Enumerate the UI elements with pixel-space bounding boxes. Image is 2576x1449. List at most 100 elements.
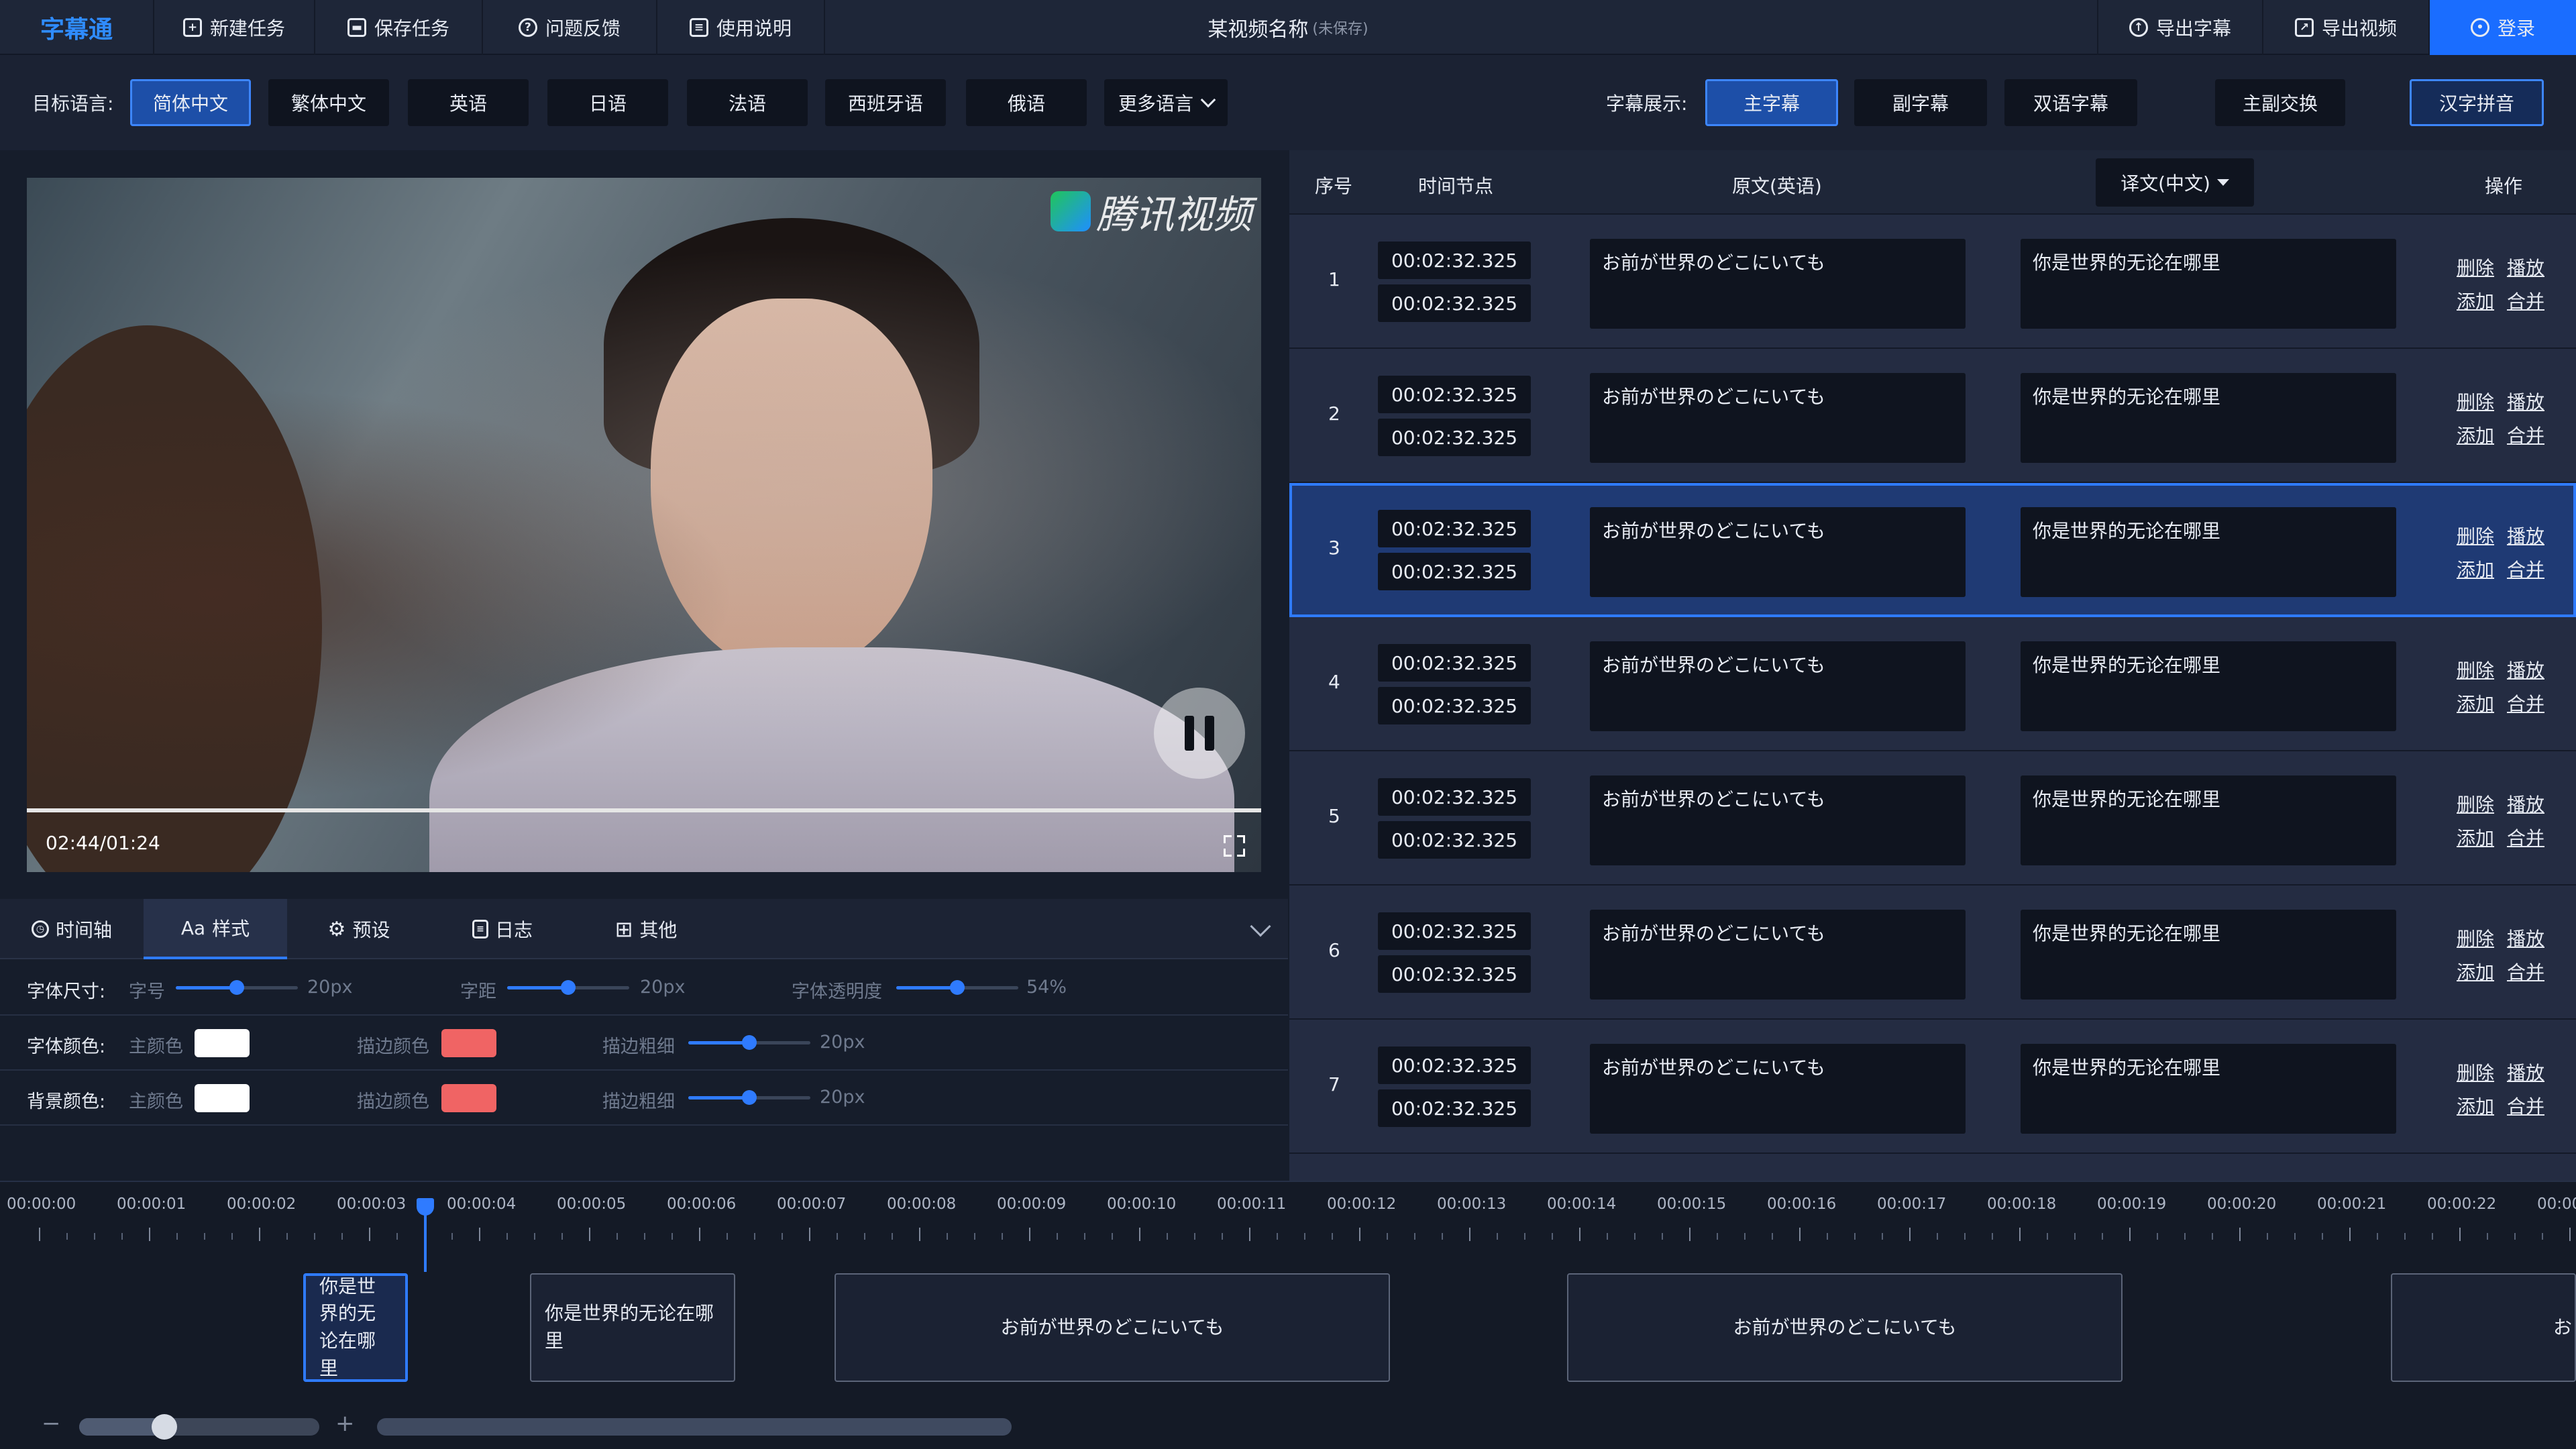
login-button[interactable]: • 登录 <box>2430 0 2576 55</box>
end-time-field[interactable]: 00:02:32.325 <box>1378 687 1531 724</box>
table-row[interactable] <box>1289 1154 2576 1181</box>
end-time-field[interactable]: 00:02:32.325 <box>1378 1089 1531 1127</box>
start-time-field[interactable]: 00:02:32.325 <box>1378 644 1531 682</box>
export-subtitle-button[interactable]: ↑ 导出字幕 <box>2097 0 2263 55</box>
merge-link[interactable]: 合并 <box>2507 1092 2544 1119</box>
start-time-field[interactable]: 00:02:32.325 <box>1378 376 1531 413</box>
merge-link[interactable]: 合并 <box>2507 555 2544 582</box>
video-player[interactable]: 腾讯视频 02:44/01:24 <box>27 178 1261 872</box>
subtitle-clip[interactable]: お前が世界のどこにいても <box>835 1273 1390 1382</box>
delete-link[interactable]: 删除 <box>2457 254 2494 280</box>
language-option[interactable]: 俄语 <box>966 79 1087 126</box>
font-stroke-width-slider-knob[interactable] <box>742 1035 757 1050</box>
letter-spacing-slider-knob[interactable] <box>561 980 576 995</box>
language-option[interactable]: 西班牙语 <box>825 79 946 126</box>
play-link[interactable]: 播放 <box>2507 790 2544 817</box>
table-row[interactable]: 7 00:02:32.325 00:02:32.325 お前が世界のどこにいても 你是世… <box>1289 1020 2576 1154</box>
subtitle-clip[interactable]: お <box>2391 1273 2576 1382</box>
play-link[interactable]: 播放 <box>2507 388 2544 415</box>
table-row[interactable]: 1 00:02:32.325 00:02:32.325 お前が世界のどこにいても 你是世… <box>1289 215 2576 349</box>
source-text-field[interactable]: お前が世界のどこにいても <box>1590 641 1966 731</box>
timeline-scrollbar[interactable] <box>377 1418 1012 1436</box>
end-time-field[interactable]: 00:02:32.325 <box>1378 284 1531 322</box>
tab-style[interactable]: Aa 样式 <box>144 899 287 959</box>
tab-log[interactable]: ≡ 日志 <box>431 899 574 959</box>
end-time-field[interactable]: 00:02:32.325 <box>1378 821 1531 859</box>
delete-link[interactable]: 删除 <box>2457 388 2494 415</box>
bg-stroke-color-swatch[interactable] <box>441 1084 496 1112</box>
delete-link[interactable]: 删除 <box>2457 1059 2494 1085</box>
subtitle-clip[interactable]: お前が世界のどこにいても <box>1567 1273 2123 1382</box>
zoom-slider[interactable] <box>79 1414 319 1440</box>
tab-preset[interactable]: ⚙ 预设 <box>287 899 431 959</box>
bg-main-color-swatch[interactable] <box>195 1084 250 1112</box>
opacity-slider[interactable] <box>896 980 1018 995</box>
tab-other[interactable]: ⊞ 其他 <box>574 899 718 959</box>
font-size-slider-knob[interactable] <box>229 980 244 995</box>
source-text-field[interactable]: お前が世界のどこにいても <box>1590 239 1966 329</box>
letter-spacing-slider[interactable] <box>507 980 629 995</box>
add-link[interactable]: 添加 <box>2457 421 2494 448</box>
play-link[interactable]: 播放 <box>2507 522 2544 549</box>
merge-link[interactable]: 合并 <box>2507 958 2544 985</box>
start-time-field[interactable]: 00:02:32.325 <box>1378 778 1531 816</box>
zoom-in-button[interactable]: + <box>335 1410 355 1437</box>
timeline-ruler[interactable]: 00:00:00 00:00:01 00:00:02 00:00:03 00:00:04… <box>0 1182 2576 1256</box>
table-row[interactable]: 2 00:02:32.325 00:02:32.325 お前が世界のどこにいても 你是世… <box>1289 349 2576 483</box>
add-link[interactable]: 添加 <box>2457 287 2494 314</box>
add-link[interactable]: 添加 <box>2457 824 2494 851</box>
zoom-slider-knob[interactable] <box>152 1414 177 1440</box>
font-stroke-width-slider[interactable] <box>688 1035 810 1050</box>
target-text-field[interactable]: 你是世界的无论在哪里 <box>2021 507 2396 597</box>
play-link[interactable]: 播放 <box>2507 1059 2544 1085</box>
start-time-field[interactable]: 00:02:32.325 <box>1378 912 1531 950</box>
fullscreen-icon[interactable] <box>1224 835 1245 857</box>
font-stroke-color-swatch[interactable] <box>441 1029 496 1057</box>
play-link[interactable]: 播放 <box>2507 656 2544 683</box>
end-time-field[interactable]: 00:02:32.325 <box>1378 419 1531 456</box>
delete-link[interactable]: 删除 <box>2457 924 2494 951</box>
table-row[interactable]: 5 00:02:32.325 00:02:32.325 お前が世界のどこにいても 你是世… <box>1289 751 2576 885</box>
subtitle-clip[interactable]: 你是世界的无论在哪里 <box>303 1273 408 1382</box>
tab-timeline[interactable]: ◷ 时间轴 <box>0 899 144 959</box>
target-text-field[interactable]: 你是世界的无论在哪里 <box>2021 775 2396 865</box>
opacity-slider-knob[interactable] <box>950 980 965 995</box>
playhead[interactable] <box>417 1198 434 1272</box>
table-row[interactable]: 6 00:02:32.325 00:02:32.325 お前が世界のどこにいても 你是世… <box>1289 885 2576 1020</box>
help-button[interactable]: ≡ 使用说明 <box>657 0 825 55</box>
source-text-field[interactable]: お前が世界のどこにいても <box>1590 373 1966 463</box>
language-option[interactable]: 英语 <box>408 79 529 126</box>
display-mode-option[interactable]: 双语字幕 <box>2004 79 2137 126</box>
target-text-field[interactable]: 你是世界的无论在哪里 <box>2021 239 2396 329</box>
start-time-field[interactable]: 00:02:32.325 <box>1378 241 1531 279</box>
target-text-field[interactable]: 你是世界的无论在哪里 <box>2021 1044 2396 1134</box>
delete-link[interactable]: 删除 <box>2457 522 2494 549</box>
start-time-field[interactable]: 00:02:32.325 <box>1378 1046 1531 1084</box>
language-option[interactable]: 繁体中文 <box>268 79 389 126</box>
language-option[interactable]: 简体中文 <box>130 79 251 126</box>
language-option[interactable]: 日语 <box>547 79 668 126</box>
end-time-field[interactable]: 00:02:32.325 <box>1378 955 1531 993</box>
play-link[interactable]: 播放 <box>2507 254 2544 280</box>
merge-link[interactable]: 合并 <box>2507 690 2544 716</box>
delete-link[interactable]: 删除 <box>2457 790 2494 817</box>
new-task-button[interactable]: + 新建任务 <box>154 0 315 55</box>
table-row[interactable]: 4 00:02:32.325 00:02:32.325 お前が世界のどこにいても 你是世… <box>1289 617 2576 751</box>
pause-button[interactable] <box>1154 688 1245 779</box>
font-size-slider[interactable] <box>176 980 298 995</box>
timeline[interactable]: 00:00:00 00:00:01 00:00:02 00:00:03 00:00:04… <box>0 1181 2576 1449</box>
language-option[interactable]: 法语 <box>687 79 808 126</box>
font-main-color-swatch[interactable] <box>195 1029 250 1057</box>
add-link[interactable]: 添加 <box>2457 555 2494 582</box>
add-link[interactable]: 添加 <box>2457 690 2494 716</box>
target-text-field[interactable]: 你是世界的无论在哪里 <box>2021 641 2396 731</box>
more-languages-dropdown[interactable]: 更多语言 <box>1104 79 1228 126</box>
play-link[interactable]: 播放 <box>2507 924 2544 951</box>
pinyin-button[interactable]: 汉字拼音 <box>2410 79 2544 126</box>
merge-link[interactable]: 合并 <box>2507 287 2544 314</box>
target-text-field[interactable]: 你是世界的无论在哪里 <box>2021 910 2396 1000</box>
target-language-select[interactable]: 译文(中文) <box>2096 158 2254 207</box>
collapse-chevron-icon[interactable] <box>1250 916 1271 937</box>
source-text-field[interactable]: お前が世界のどこにいても <box>1590 1044 1966 1134</box>
export-video-button[interactable]: ↗ 导出视频 <box>2263 0 2430 55</box>
